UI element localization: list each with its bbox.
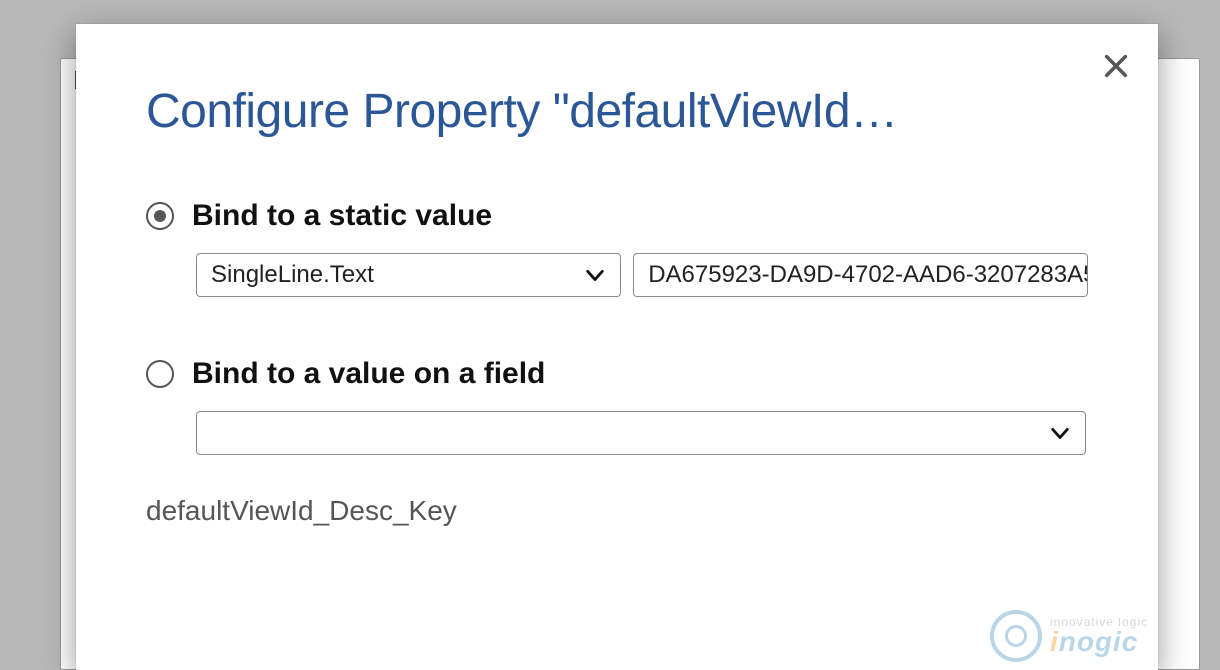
- description-key-label: defaultViewId_Desc_Key: [146, 495, 1088, 527]
- configure-property-dialog: Configure Property "defaultViewId… Bind …: [76, 24, 1158, 670]
- option-bind-static[interactable]: Bind to a static value: [146, 199, 1088, 233]
- static-type-select-value: SingleLine.Text: [211, 261, 374, 289]
- static-value-fields: SingleLine.Text DA675923-DA9D-4702-AAD6-…: [196, 253, 1088, 297]
- chevron-down-icon: [584, 264, 606, 286]
- radio-bind-field[interactable]: [146, 360, 174, 388]
- close-icon[interactable]: [1102, 52, 1130, 80]
- watermark-ring-icon: [990, 610, 1042, 662]
- static-type-select[interactable]: SingleLine.Text: [196, 253, 621, 297]
- watermark-tagline: innovative logic: [1050, 616, 1148, 628]
- radio-bind-static[interactable]: [146, 202, 174, 230]
- option-bind-field-label: Bind to a value on a field: [192, 357, 545, 391]
- watermark-brand: iinogicnogic: [1050, 628, 1148, 656]
- chevron-down-icon: [1049, 422, 1071, 444]
- static-value-input[interactable]: DA675923-DA9D-4702-AAD6-3207283A5: [633, 253, 1088, 297]
- backdrop: D Configure Property "defaultViewId… Bin…: [0, 0, 1220, 670]
- dialog-title: Configure Property "defaultViewId…: [146, 84, 1088, 139]
- field-select[interactable]: [196, 411, 1086, 455]
- watermark-logo: innovative logic iinogicnogic: [990, 610, 1148, 662]
- option-bind-static-label: Bind to a static value: [192, 199, 492, 233]
- option-bind-field[interactable]: Bind to a value on a field: [146, 357, 1088, 391]
- static-value-text: DA675923-DA9D-4702-AAD6-3207283A5: [648, 261, 1088, 289]
